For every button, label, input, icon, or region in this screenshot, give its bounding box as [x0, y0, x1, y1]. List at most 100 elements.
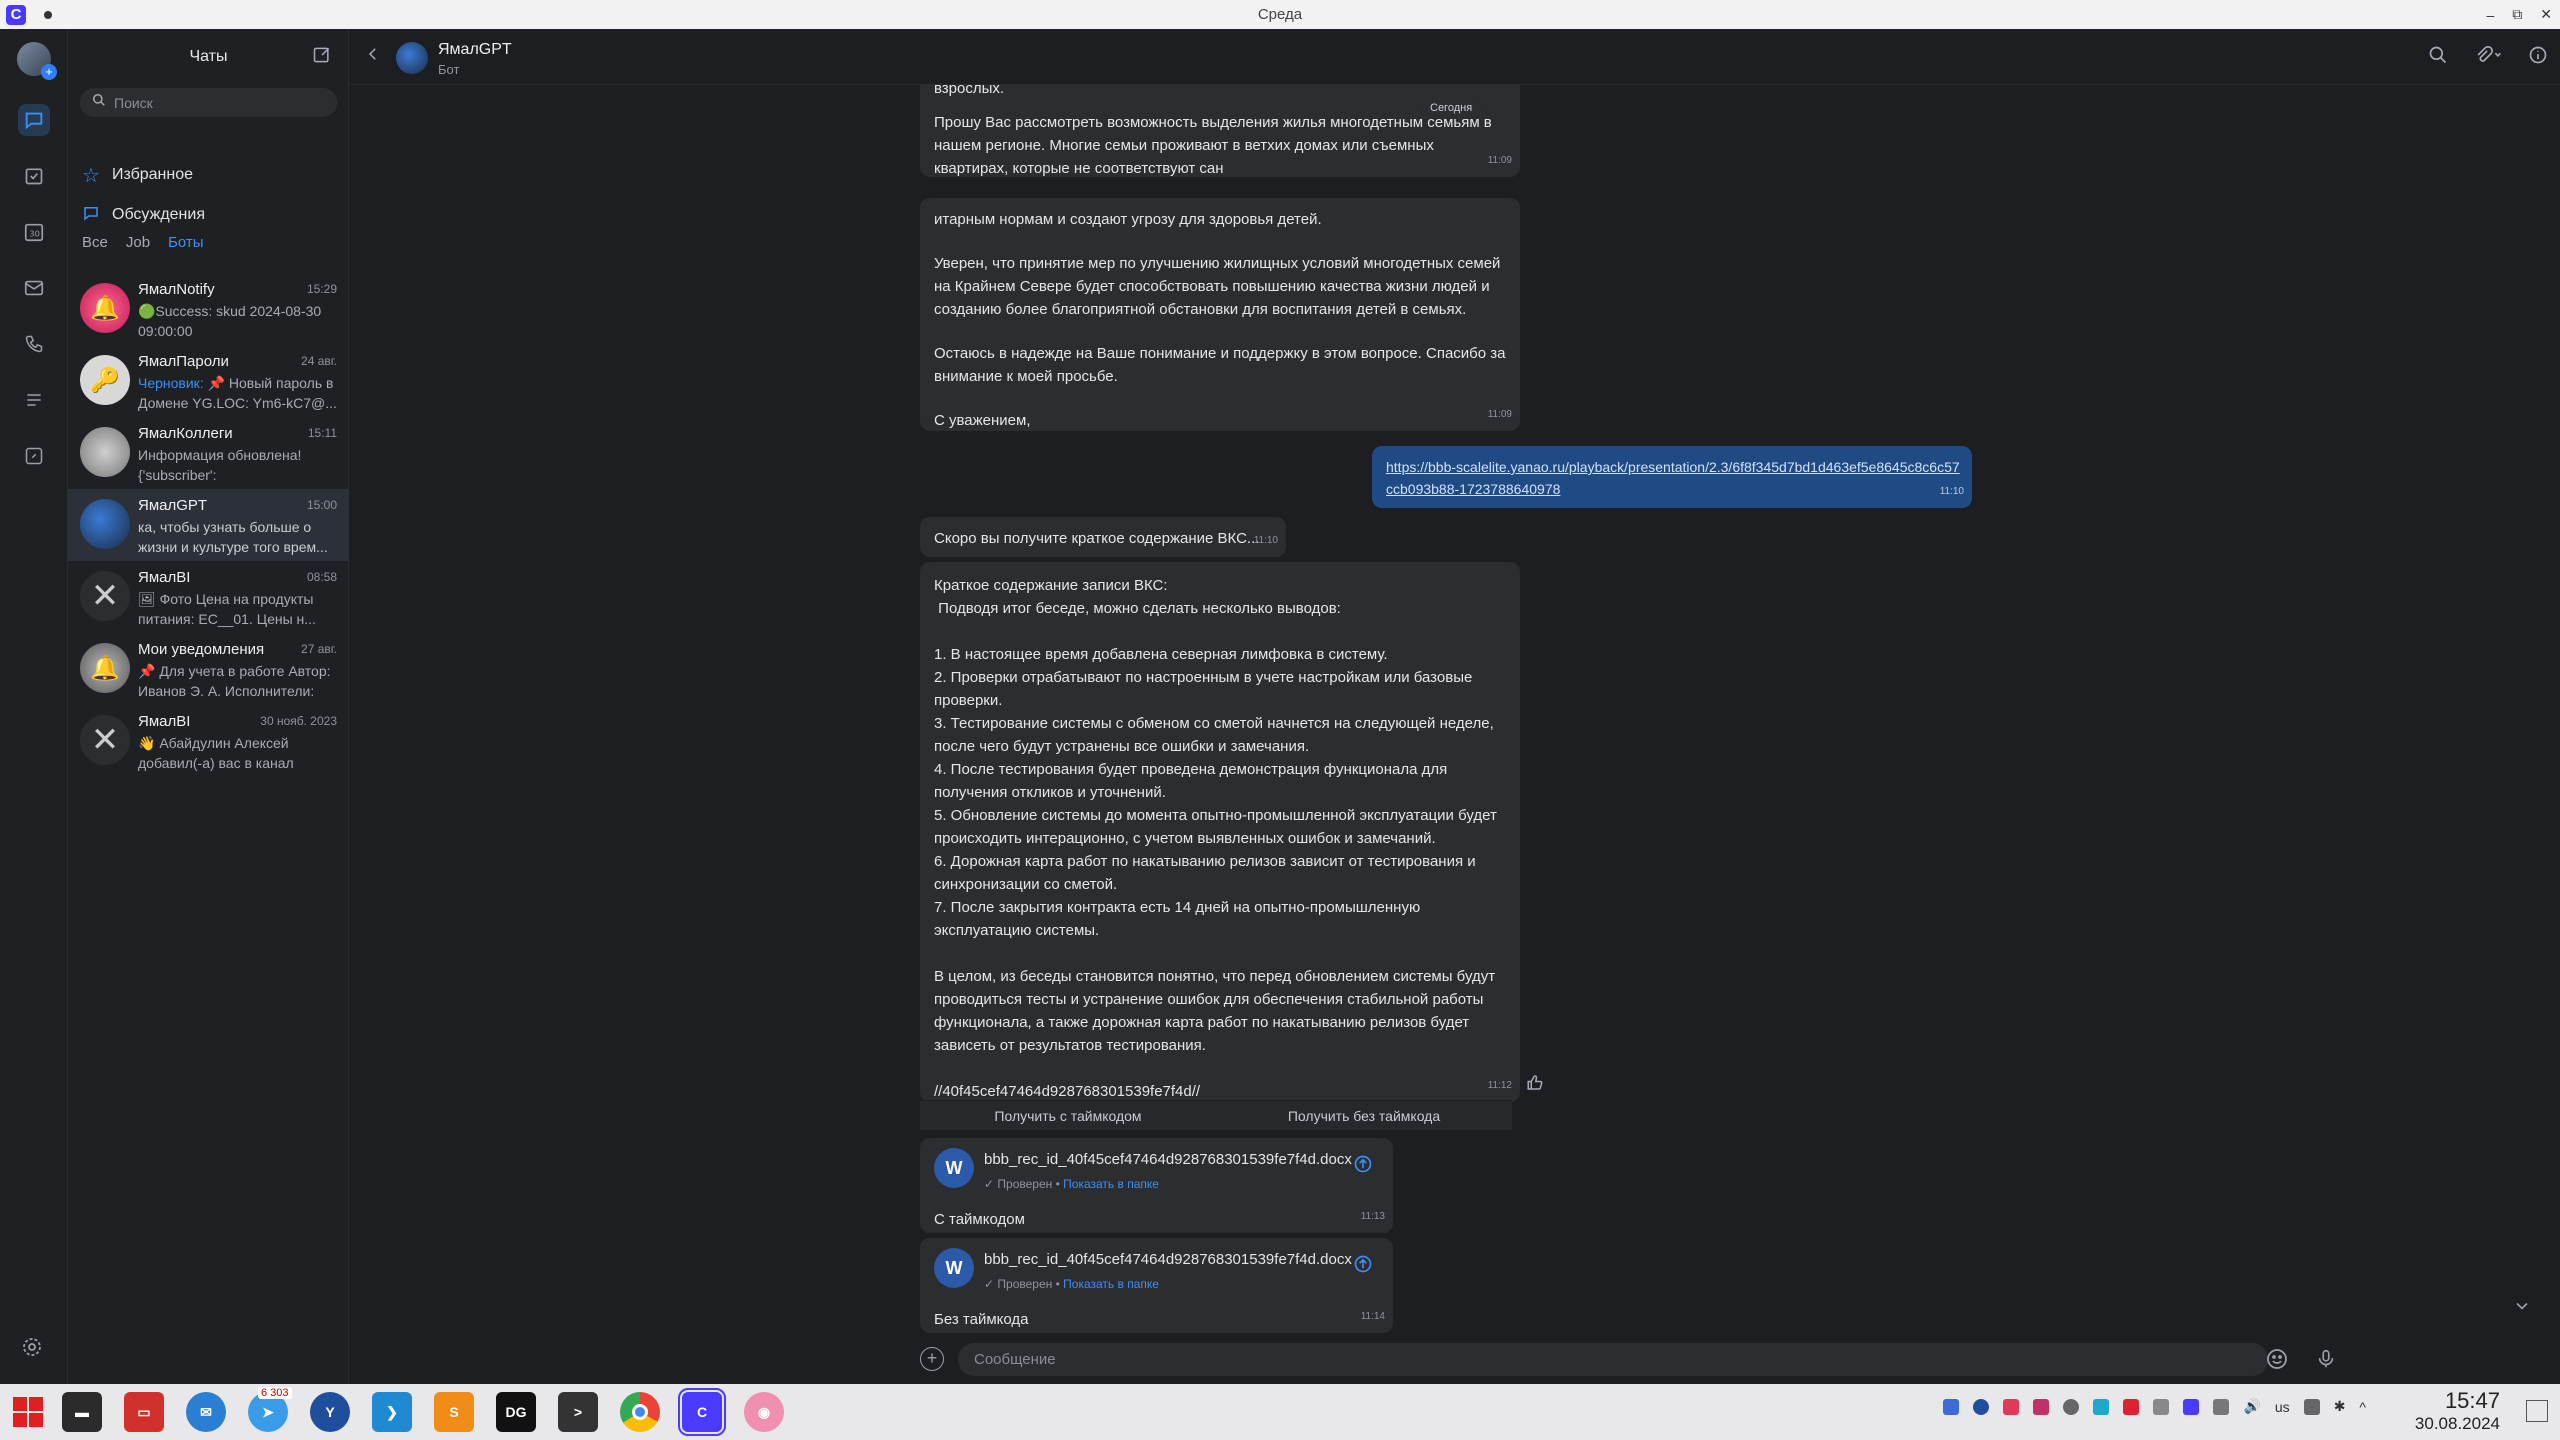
- search-input[interactable]: [114, 94, 314, 111]
- message-text-top: взрослых.: [934, 85, 1005, 97]
- taskbar: ▬ ▭ ✉ ➤ 6 303 Y ❯ S DG > C ◉ 🔊 us ✱ ^ 15…: [0, 1384, 2560, 1440]
- back-icon[interactable]: [364, 45, 382, 68]
- chat-item-yamalnotify[interactable]: 🔔 ЯмалNotify 15:29 🟢Success: skud 2024-0…: [68, 273, 349, 345]
- mail-icon[interactable]: [18, 272, 50, 304]
- sreda-tray-icon[interactable]: [2183, 1398, 2200, 1415]
- tray-icon-6[interactable]: [2123, 1398, 2140, 1415]
- tray-icon-7[interactable]: [2213, 1398, 2230, 1415]
- yandex-app-icon[interactable]: Y: [310, 1392, 350, 1432]
- nav-discussions[interactable]: Обсуждения: [82, 200, 205, 230]
- minimize-icon[interactable]: –: [2486, 7, 2494, 23]
- chat-name: ЯмалGPT: [138, 497, 208, 514]
- chat-item-yamalkollegi[interactable]: ЯмалКоллеги 15:11 Информация обновлена! …: [68, 417, 349, 489]
- files-app-icon[interactable]: ▭: [124, 1392, 164, 1432]
- network-icon[interactable]: [2303, 1398, 2320, 1415]
- presentation-link[interactable]: https://bbb-scalelite.yanao.ru/playback/…: [1386, 456, 1961, 500]
- tray-icon-2[interactable]: [1973, 1398, 1990, 1415]
- terminal-app-icon[interactable]: ▬: [62, 1392, 102, 1432]
- avatar: ✕: [80, 571, 130, 621]
- search-icon[interactable]: [2428, 45, 2448, 70]
- tray-icon-1[interactable]: [1943, 1398, 1960, 1415]
- chats-icon[interactable]: [18, 104, 50, 136]
- emoji-icon[interactable]: [2265, 1347, 2289, 1376]
- window-title: Среда: [1257, 6, 1303, 23]
- sreda-app-icon[interactable]: C: [678, 1388, 726, 1436]
- message-input[interactable]: [974, 1351, 2214, 1368]
- message-time: 11:10: [1939, 486, 1964, 497]
- file-name[interactable]: bbb_rec_id_40f45cef47464d928768301539fe7…: [984, 1148, 1352, 1171]
- user-avatar[interactable]: +: [17, 42, 57, 80]
- tab-all[interactable]: Все: [82, 234, 108, 251]
- file-caption: С таймкодом: [934, 1211, 1025, 1228]
- message-area: взрослых. Прошу Вас рассмотреть возможно…: [350, 85, 2560, 1335]
- message-field[interactable]: [958, 1343, 2268, 1376]
- discussions-icon: [82, 204, 100, 227]
- mail-app-icon[interactable]: ✉: [186, 1392, 226, 1432]
- tray-app-icon[interactable]: ◉: [744, 1392, 784, 1432]
- language-indicator[interactable]: us: [2275, 1399, 2290, 1415]
- file-name[interactable]: bbb_rec_id_40f45cef47464d928768301539fe7…: [984, 1248, 1352, 1271]
- chat-item-yamalbi-2[interactable]: ✕ ЯмалBI 30 нояб. 2023 👋 Абайдулин Алекс…: [68, 705, 349, 777]
- send-icon[interactable]: [2153, 1398, 2170, 1415]
- scroll-down-icon[interactable]: [2512, 1296, 2532, 1321]
- get-with-timecode-button[interactable]: Получить с таймкодом: [920, 1100, 1216, 1130]
- links-icon[interactable]: [18, 440, 50, 472]
- tray-expand-icon[interactable]: ^: [2359, 1399, 2366, 1415]
- message-composer: +: [350, 1335, 2560, 1384]
- info-icon[interactable]: [2528, 45, 2548, 70]
- tab-bots[interactable]: Боты: [168, 234, 204, 251]
- close-icon[interactable]: ✕: [2540, 6, 2552, 23]
- avatar: 🔔: [80, 283, 130, 333]
- attach-plus-icon[interactable]: +: [920, 1347, 944, 1371]
- bluetooth-icon[interactable]: ✱: [2334, 1398, 2346, 1415]
- window-menu-dot[interactable]: [44, 10, 52, 19]
- tab-job[interactable]: Job: [126, 234, 150, 251]
- vscode-app-icon[interactable]: ❯: [372, 1392, 412, 1432]
- sublime-app-icon[interactable]: S: [434, 1392, 474, 1432]
- file-meta: ✓ Проверен • Показать в папке: [984, 1273, 1352, 1296]
- microphone-icon[interactable]: [2315, 1347, 2337, 1376]
- show-desktop-icon[interactable]: [2526, 1400, 2548, 1422]
- datagrip-app-icon[interactable]: DG: [496, 1392, 536, 1432]
- compose-icon[interactable]: [312, 45, 334, 67]
- search-box[interactable]: [80, 88, 337, 117]
- tray-icon-3[interactable]: [2003, 1398, 2020, 1415]
- settings-icon[interactable]: [20, 1335, 44, 1364]
- phone-icon[interactable]: [18, 328, 50, 360]
- attachments-icon[interactable]: [2474, 45, 2502, 70]
- get-without-timecode-button[interactable]: Получить без таймкода: [1216, 1100, 1512, 1130]
- maximize-icon[interactable]: ⧉: [2512, 6, 2522, 23]
- chat-item-my-notifications[interactable]: 🔔 Мои уведомления 27 авг. 📌 Для учета в …: [68, 633, 349, 705]
- volume-icon[interactable]: 🔊: [2243, 1398, 2260, 1415]
- upload-icon[interactable]: [1353, 1154, 1373, 1181]
- chat-preview: 👋 Абайдулин Алексей добавил(-а) вас в ка…: [138, 735, 294, 771]
- calendar-icon[interactable]: 30: [18, 216, 50, 248]
- feed-icon[interactable]: [18, 384, 50, 416]
- file-caption: Без таймкода: [934, 1311, 1029, 1328]
- upload-icon[interactable]: [1353, 1254, 1373, 1281]
- tasks-icon[interactable]: [18, 160, 50, 192]
- clock[interactable]: 15:47 30.08.2024: [2415, 1388, 2500, 1434]
- chat-item-yamalgpt[interactable]: ЯмалGPT 15:00 ка, чтобы узнать больше о …: [68, 489, 349, 561]
- chrome-app-icon[interactable]: [620, 1392, 660, 1432]
- summary-line: [934, 942, 1506, 965]
- chat-item-yamalbi[interactable]: ✕ ЯмалBI 08:58 🖼 Фото Цена на продукты п…: [68, 561, 349, 633]
- cloud-icon[interactable]: [2063, 1398, 2080, 1415]
- chat-item-yamalparoli[interactable]: 🔑 ЯмалПароли 24 авг. Черновик: 📌 Новый п…: [68, 345, 349, 417]
- show-in-folder-link[interactable]: Показать в папке: [1063, 1177, 1159, 1191]
- summary-line: В целом, из беседы становится понятно, ч…: [934, 968, 1500, 1054]
- thumbs-up-icon[interactable]: [1526, 1074, 1544, 1097]
- show-in-folder-link[interactable]: Показать в папке: [1063, 1277, 1159, 1291]
- console-app-icon[interactable]: >: [558, 1392, 598, 1432]
- nav-favorites-label: Избранное: [111, 166, 194, 183]
- start-menu-icon[interactable]: [8, 1392, 48, 1432]
- chat-avatar[interactable]: [396, 42, 428, 74]
- window-titlebar: C Среда – ⧉ ✕: [0, 0, 2560, 29]
- search-icon: [92, 93, 106, 112]
- tray-icon-4[interactable]: [2033, 1398, 2050, 1415]
- outgoing-message: https://bbb-scalelite.yanao.ru/playback/…: [1372, 446, 1972, 508]
- svg-text:30: 30: [29, 229, 40, 239]
- add-status-icon[interactable]: +: [41, 64, 57, 80]
- tray-icon-5[interactable]: [2093, 1398, 2110, 1415]
- nav-favorites[interactable]: ☆ Избранное: [82, 160, 193, 190]
